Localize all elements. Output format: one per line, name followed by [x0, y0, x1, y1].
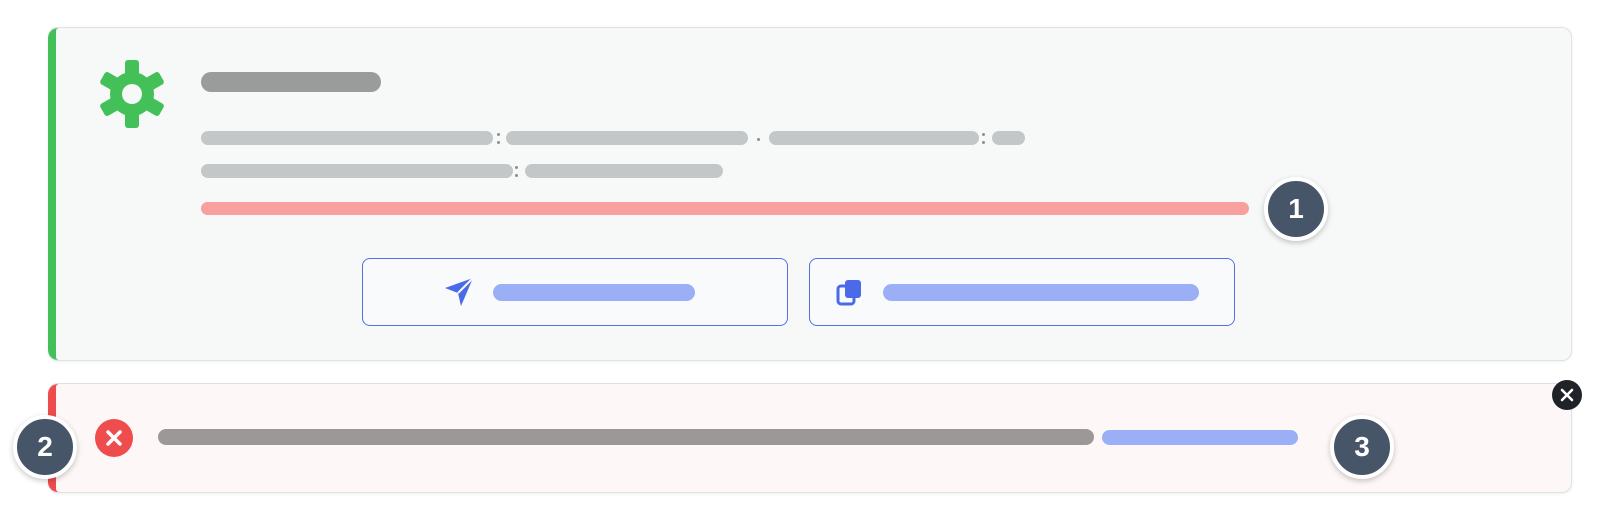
detail-text — [201, 131, 493, 145]
separator — [757, 138, 760, 141]
detail-text — [769, 131, 979, 145]
send-icon — [445, 277, 474, 306]
separator — [982, 141, 985, 144]
detail-text — [992, 131, 1025, 145]
copy-icon — [836, 280, 861, 306]
card-title — [201, 72, 381, 92]
notification-stage: 1 2 3 — [0, 0, 1600, 529]
separator — [515, 174, 518, 177]
send-button[interactable] — [362, 258, 788, 326]
marker-3: 3 — [1330, 415, 1394, 479]
detail-text — [506, 131, 748, 145]
detail-text — [525, 164, 723, 178]
marker-2: 2 — [13, 415, 77, 479]
marker-1: 1 — [1264, 177, 1328, 241]
success-card — [48, 27, 1572, 361]
copy-button[interactable] — [809, 258, 1235, 326]
error-action-link[interactable] — [1102, 430, 1298, 445]
close-button[interactable] — [1552, 380, 1582, 410]
separator — [497, 141, 500, 144]
error-message — [158, 429, 1094, 445]
error-detail-line — [201, 202, 1249, 215]
copy-button-label — [883, 284, 1199, 301]
gear-icon — [100, 60, 164, 128]
success-accent-bar — [48, 28, 59, 360]
close-icon — [1560, 388, 1574, 402]
separator — [497, 133, 500, 136]
send-button-label — [493, 284, 695, 301]
separator — [515, 166, 518, 169]
detail-text — [201, 164, 513, 178]
separator — [982, 133, 985, 136]
error-x-icon — [95, 419, 133, 457]
